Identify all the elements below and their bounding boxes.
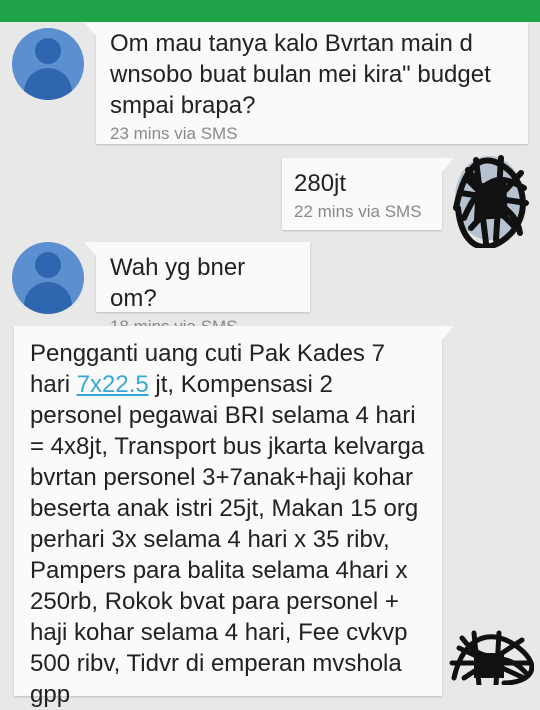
redacted-avatar-scribble (453, 155, 529, 248)
message-text: Om mau tanya kalo Bvrtan main d wnsobo b… (110, 30, 491, 119)
status-bar (0, 0, 540, 22)
outgoing-message-bubble[interactable]: 280jt 22 mins via SMS (282, 158, 454, 230)
incoming-message-bubble[interactable]: Om mau tanya kalo Bvrtan main d wnsobo b… (84, 22, 528, 144)
message-text: 280jt (294, 170, 347, 197)
avatar-body-shape (24, 282, 72, 314)
message-text: Wah yg bner om? (110, 254, 246, 312)
contact-avatar[interactable] (12, 242, 84, 314)
message-text: Pengganti uang cuti Pak Kades 7 hari 7x2… (30, 338, 428, 710)
message-text-part: jt, Kompensasi 2 personel pegawai BRI se… (30, 371, 425, 708)
incoming-message-bubble[interactable]: Wah yg bner om? 18 mins via SMS (84, 242, 310, 336)
avatar-body-shape (24, 68, 72, 100)
phone-number-link[interactable]: 7x22.5 (77, 371, 149, 398)
avatar-head-shape (35, 38, 61, 64)
outgoing-message-bubble[interactable]: Pengganti uang cuti Pak Kades 7 hari 7x2… (14, 326, 454, 708)
message-timestamp: 23 mins via SMS (110, 124, 238, 143)
contact-avatar[interactable] (12, 28, 84, 100)
avatar-head-shape (35, 252, 61, 278)
redacted-avatar-scribble (449, 630, 534, 685)
message-timestamp: 22 mins via SMS (294, 202, 422, 221)
